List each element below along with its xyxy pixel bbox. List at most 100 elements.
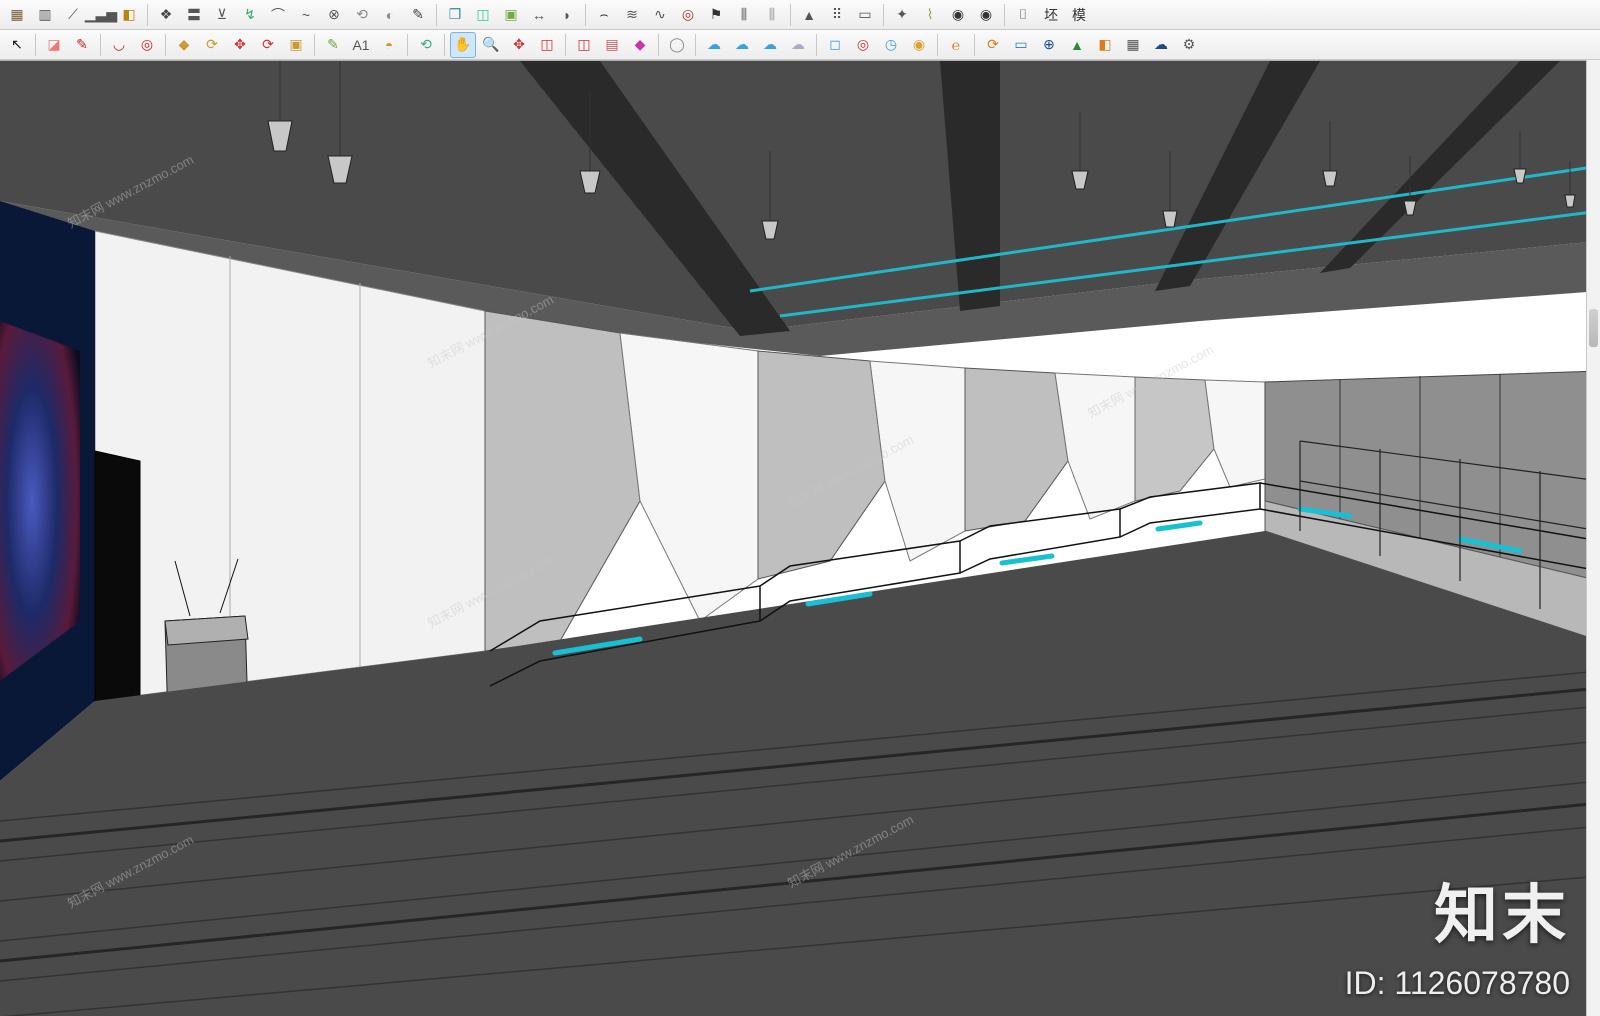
img-icon[interactable]: ▤ bbox=[599, 32, 625, 58]
move-tool-icon[interactable]: ✥ bbox=[227, 32, 253, 58]
toolbar-separator bbox=[165, 34, 166, 56]
scrollbar-thumb[interactable] bbox=[1589, 309, 1598, 347]
anim-icon[interactable]: ◗ bbox=[554, 2, 580, 28]
bezier-icon[interactable]: ~ bbox=[293, 2, 319, 28]
rotate-3d-icon[interactable]: ⟲ bbox=[349, 2, 375, 28]
arc-icon[interactable]: ⌒ bbox=[265, 2, 291, 28]
pencil-tool-icon[interactable]: ✎ bbox=[69, 32, 95, 58]
enscape-icon[interactable]: ℮ bbox=[943, 32, 969, 58]
tv-icon[interactable]: ▭ bbox=[1008, 32, 1034, 58]
vertical-scrollbar[interactable] bbox=[1586, 60, 1600, 1016]
gem-icon[interactable]: ◆ bbox=[627, 32, 653, 58]
select-tool-icon[interactable]: ↖ bbox=[4, 32, 30, 58]
model-viewport[interactable]: 知末网 www.znzmo.com 知末网 www.znzmo.com 知末网 … bbox=[0, 60, 1600, 1016]
eraser-tool-icon[interactable]: ◪ bbox=[41, 32, 67, 58]
component-1-icon[interactable]: ◫ bbox=[534, 32, 560, 58]
cloud-3-icon[interactable]: ☁ bbox=[757, 32, 783, 58]
rotate-tool-icon[interactable]: ⟳ bbox=[255, 32, 281, 58]
bars-icon[interactable]: ▁▃▅ bbox=[88, 2, 114, 28]
tape-tool-icon[interactable]: ✎ bbox=[320, 32, 346, 58]
layers-stack-icon[interactable]: ❒ bbox=[442, 2, 468, 28]
tag-3-icon[interactable]: 模 bbox=[1066, 2, 1092, 28]
cube-icon[interactable]: ▣ bbox=[498, 2, 524, 28]
text-tool-icon[interactable]: A1 bbox=[348, 32, 374, 58]
fence-icon[interactable]: ⫼ bbox=[731, 2, 757, 28]
road-icon[interactable]: ≋ bbox=[619, 2, 645, 28]
toolbar-separator bbox=[407, 34, 408, 56]
checker-icon[interactable]: ▦ bbox=[1120, 32, 1146, 58]
toolbar-separator bbox=[565, 34, 566, 56]
watermark-brand: 知末 bbox=[1434, 864, 1570, 956]
circle-x-icon[interactable]: ⊗ bbox=[321, 2, 347, 28]
arch-icon[interactable]: ⌢ bbox=[591, 2, 617, 28]
component-2-icon[interactable]: ◫ bbox=[571, 32, 597, 58]
fence-alt-icon[interactable]: ⫼ bbox=[759, 2, 785, 28]
arc-tool-icon[interactable]: ◡ bbox=[106, 32, 132, 58]
toolbar-separator bbox=[314, 34, 315, 56]
tree-icon[interactable]: ▲ bbox=[1064, 32, 1090, 58]
zoom-extents-tool-icon[interactable]: ✥ bbox=[506, 32, 532, 58]
tag-2-icon[interactable]: 坯 bbox=[1038, 2, 1064, 28]
sync-icon[interactable]: ⟳ bbox=[980, 32, 1006, 58]
toolbar-separator bbox=[35, 34, 36, 56]
pan-tool-icon[interactable]: ✋ bbox=[450, 32, 476, 58]
column-icon[interactable]: ▥ bbox=[32, 2, 58, 28]
orbit-tool-icon[interactable]: ⟲ bbox=[413, 32, 439, 58]
toolbar-separator bbox=[147, 4, 148, 26]
brush-icon[interactable]: ✎ bbox=[405, 2, 431, 28]
select-box-icon[interactable]: ◻ bbox=[822, 32, 848, 58]
add-circle-icon[interactable]: ⊕ bbox=[1036, 32, 1062, 58]
grid-icon[interactable]: ▦ bbox=[4, 2, 30, 28]
shape-tool-icon[interactable]: ◎ bbox=[134, 32, 160, 58]
target-icon[interactable]: ◎ bbox=[850, 32, 876, 58]
rotate-obj-icon[interactable]: ◐ bbox=[377, 2, 403, 28]
double-line-icon[interactable]: 〓 bbox=[181, 2, 207, 28]
page-icon[interactable]: ▭ bbox=[852, 2, 878, 28]
flag-icon[interactable]: ⚑ bbox=[703, 2, 729, 28]
watermark-id: ID: 1126078780 bbox=[1345, 965, 1570, 1002]
toolbar-separator bbox=[100, 34, 101, 56]
clean-icon[interactable]: ⌇ bbox=[917, 2, 943, 28]
cloud-2-icon[interactable]: ☁ bbox=[729, 32, 755, 58]
chrome-icon[interactable]: ◉ bbox=[906, 32, 932, 58]
toolbar-separator bbox=[790, 4, 791, 26]
toolbar-separator bbox=[816, 34, 817, 56]
toolbar-row-2: ↖◪✎◡◎◆⟳✥⟳▣✎A1◓⟲✋🔍✥◫◫▤◆◯☁☁☁☁◻◎◷◉℮⟳▭⊕▲◧▦☁⚙ bbox=[0, 30, 1600, 60]
toolbar-separator bbox=[658, 34, 659, 56]
box-stack-icon[interactable]: ◫ bbox=[470, 2, 496, 28]
tag-1-icon[interactable]: ⌷ bbox=[1010, 2, 1036, 28]
palette-icon[interactable]: ◧ bbox=[1092, 32, 1118, 58]
settings-gear-icon[interactable]: ⚙ bbox=[1176, 32, 1202, 58]
toolbar-separator bbox=[695, 34, 696, 56]
slope-icon[interactable]: ⟋ bbox=[60, 2, 86, 28]
toolbar-separator bbox=[1004, 4, 1005, 26]
paint-tool-icon[interactable]: ◓ bbox=[376, 32, 402, 58]
scale-tool-icon[interactable]: ▣ bbox=[283, 32, 309, 58]
toolbar-separator bbox=[436, 4, 437, 26]
zoom-tool-icon[interactable]: 🔍 bbox=[478, 32, 504, 58]
flip-h-icon[interactable]: ▲ bbox=[796, 2, 822, 28]
timer-icon[interactable]: ◷ bbox=[878, 32, 904, 58]
follow-icon[interactable]: ↯ bbox=[237, 2, 263, 28]
cloud-1-icon[interactable]: ☁ bbox=[701, 32, 727, 58]
coin-icon[interactable]: ◉ bbox=[945, 2, 971, 28]
layer-icon[interactable]: ❖ bbox=[153, 2, 179, 28]
compass-icon[interactable]: ✦ bbox=[889, 2, 915, 28]
toolbar-separator bbox=[974, 34, 975, 56]
coin2-icon[interactable]: ◉ bbox=[973, 2, 999, 28]
offset-tool-icon[interactable]: ⟳ bbox=[199, 32, 225, 58]
scene-render bbox=[0, 61, 1600, 1016]
stamp-icon[interactable]: ⊻ bbox=[209, 2, 235, 28]
toolbar-row-1: ▦▥⟋▁▃▅◧❖〓⊻↯⌒~⊗⟲◐✎❒◫▣↔◗⌢≋∿◎⚑⫼⫼▲⠿▭✦⌇◉◉⌷坯模 bbox=[0, 0, 1600, 30]
upload-cloud-icon[interactable]: ☁ bbox=[1148, 32, 1174, 58]
pushpull-tool-icon[interactable]: ◆ bbox=[171, 32, 197, 58]
toolbar-separator bbox=[585, 4, 586, 26]
dim-icon[interactable]: ↔ bbox=[526, 2, 552, 28]
cloud-4-icon[interactable]: ☁ bbox=[785, 32, 811, 58]
grid-dots-icon[interactable]: ⠿ bbox=[824, 2, 850, 28]
path-icon[interactable]: ∿ bbox=[647, 2, 673, 28]
user-icon[interactable]: ◯ bbox=[664, 32, 690, 58]
spiral-icon[interactable]: ◎ bbox=[675, 2, 701, 28]
sandbox-icon[interactable]: ◧ bbox=[116, 2, 142, 28]
toolbar-separator bbox=[883, 4, 884, 26]
